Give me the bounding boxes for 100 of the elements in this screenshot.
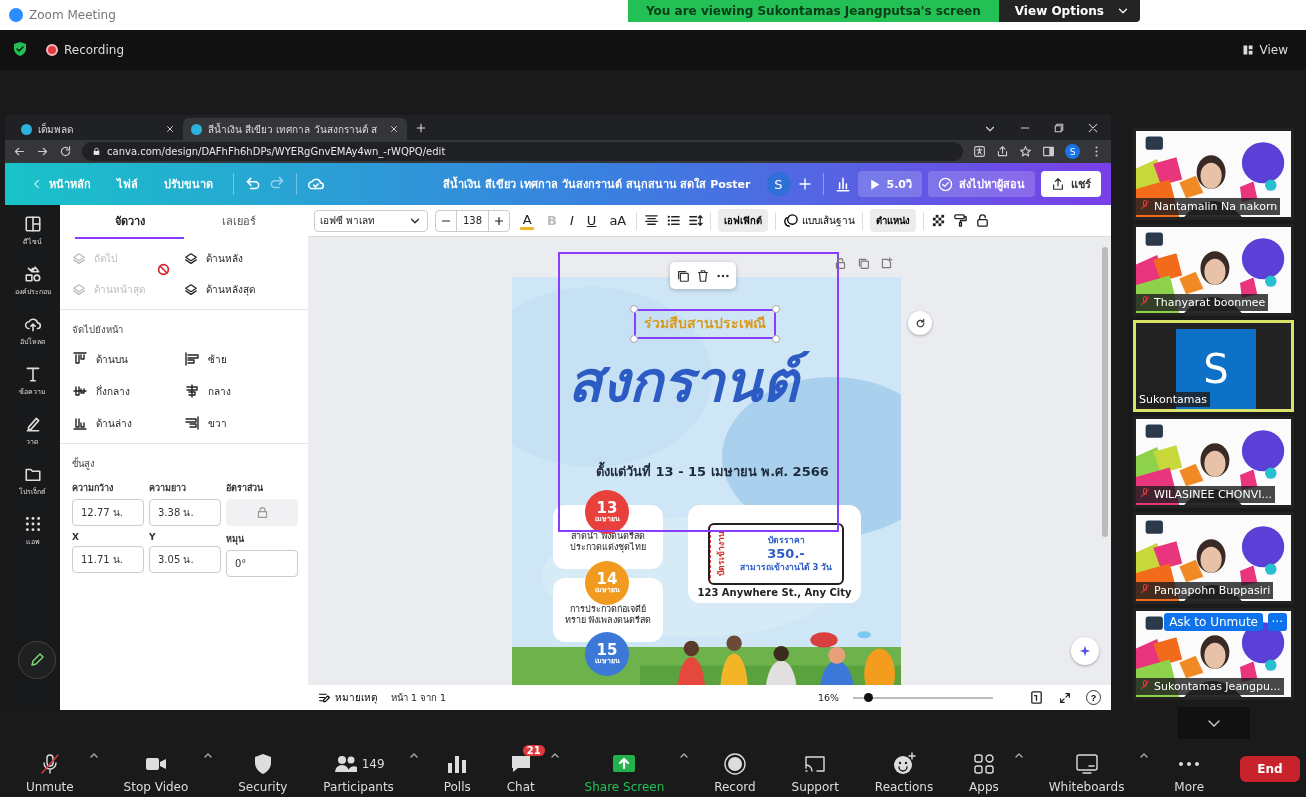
lock-icon[interactable] [834,257,847,270]
format-button[interactable]: aA [606,213,630,228]
back-arrow-icon[interactable] [13,145,26,158]
whiteboard-icon[interactable] [1074,751,1099,776]
input-field[interactable]: 12.77 น. [72,499,144,526]
more-button[interactable]: ··· [1267,613,1287,631]
align-button[interactable]: กึ่งกลาง [72,381,184,401]
align-button[interactable]: ด้านบน [72,349,184,369]
toolbar-button[interactable]: Share Screen [572,743,677,794]
text-color-button[interactable]: A [517,211,538,230]
sharing-notice: You are viewing Sukontamas Jeangputsa's screen [628,0,999,22]
unlock-icon[interactable] [975,213,991,228]
field-label: Y [149,532,157,542]
position-button[interactable]: ตำแหน่ง [870,209,917,232]
participant-tile[interactable]: Panpapohn Buppasiri [1133,512,1294,604]
send-to-teacher-button[interactable]: ส่งไปหาผู้สอน [928,171,1035,197]
user-avatar[interactable]: S [766,172,791,196]
toolbar-button[interactable]: Whiteboards [1036,743,1137,794]
slider-thumb[interactable] [864,692,874,702]
toolbar-button[interactable]: Apps [957,743,1011,794]
participant-tile[interactable]: Nantamalin Na nakorn [1133,128,1294,220]
transparency-icon[interactable] [931,213,947,228]
page-indicator: หน้า 1 จาก 1 [391,691,447,705]
favicon-icon [21,123,32,135]
align-button[interactable]: ด้านล่าง [72,413,184,433]
end-button[interactable]: End [1240,755,1300,782]
participant-tile[interactable]: WILASINEE CHONVI... [1133,416,1294,508]
participant-tile[interactable]: S Sukontamas [1133,320,1294,412]
participant-tile[interactable]: Thanyarat boonmee [1133,224,1294,316]
panel-tab[interactable]: เลเยอร์ [184,205,293,239]
magic-button[interactable] [1071,637,1099,665]
upload-icon [1051,177,1065,191]
design-title[interactable]: สีน้ำเงิน สีเขียว เทศกาล วันสงกรานต์ สนุกสนาน สดใส Poster [443,175,751,193]
close-icon[interactable] [1087,122,1099,134]
smiley-icon[interactable] [892,751,916,776]
toolbar-button[interactable]: Reactions [862,743,946,794]
scrollbar[interactable] [1102,247,1108,537]
toolbar-button[interactable]: 21 Chat [494,743,547,794]
align-button[interactable]: กลาง [184,381,296,401]
apps-icon[interactable] [971,751,996,776]
layer-order-button[interactable]: ด้านหลังสุด [184,280,296,299]
layers-icon [72,282,86,297]
sparkle-icon [1078,644,1092,658]
browser-tab[interactable]: สีน้ำเงิน สีเขียว เทศกาล วันสงกรานต์ ส [183,118,407,140]
fullscreen-icon[interactable] [1058,690,1072,705]
close-icon[interactable] [165,124,175,134]
toolbar-button[interactable]: More [1162,743,1217,794]
share-button[interactable]: แชร์ [1041,171,1101,197]
view-button[interactable]: View [1235,42,1294,58]
muted-microphone-icon [1139,487,1151,499]
refresh-button[interactable] [908,311,932,335]
format-button[interactable]: U [583,213,600,228]
toolbar-button[interactable]: 149 Participants [311,743,406,794]
profile-avatar[interactable]: S [1065,144,1080,159]
toolbar-button[interactable]: Security [226,743,300,794]
animate-button[interactable]: แบบเส้นฐาน [783,213,856,228]
ask-to-unmute-button[interactable]: Ask to Unmute [1164,613,1263,631]
close-icon[interactable] [388,124,399,134]
effects-button[interactable]: เอฟเฟิกต์ [718,209,769,232]
toolbar-button[interactable]: Stop Video [111,743,201,794]
translate-icon[interactable] [973,145,986,158]
align-button[interactable]: ซ้าย [184,349,296,369]
plus-icon[interactable] [414,122,427,134]
forward-arrow-icon[interactable] [36,145,49,158]
toolbar-button[interactable]: Unmute [13,743,86,794]
font-dropdown[interactable]: เอฟซี พาเลท [314,209,428,232]
toolbar-button[interactable]: Record [702,743,768,794]
align-right-icon [184,415,200,431]
field-label: X [72,532,80,542]
star-icon[interactable] [1019,145,1032,158]
browser-tab[interactable]: เต็มพลด [13,118,183,140]
add-page-icon[interactable] [880,257,893,270]
input-field[interactable]: 3.05 น. [149,546,221,573]
plus-icon[interactable] [796,176,813,192]
sidebar-icon[interactable] [1042,145,1055,158]
list-icon[interactable] [666,213,682,228]
view-options-button[interactable]: View Options [998,0,1140,22]
panel-tab[interactable]: จัดวาง [75,205,184,239]
input-field[interactable]: 3.38 น. [149,499,221,526]
present-button[interactable]: 5.0วิ [857,171,922,197]
input-field[interactable]: 11.71 น. [72,546,144,573]
share-icon[interactable] [996,145,1009,158]
spacing-icon[interactable] [688,213,704,228]
pages-icon[interactable] [1029,690,1044,705]
align-text-icon[interactable] [644,213,660,228]
restore-icon[interactable] [1053,122,1065,134]
layer-order-button[interactable]: ด้านหลัง [184,249,296,268]
shield-icon[interactable] [12,40,28,57]
reload-icon[interactable] [59,145,72,158]
record-icon[interactable] [722,751,747,776]
toolbar-button[interactable]: Support [779,743,851,794]
align-button[interactable]: ขวา [184,413,296,433]
notes-button[interactable]: หมายเหตุ [318,690,377,705]
format-button[interactable]: I [567,213,577,228]
participant-tile[interactable]: Ask to Unmute ··· Sukontamas Jeangpu... [1133,608,1294,700]
paint-roller-icon[interactable] [953,213,969,228]
toolbar-button[interactable]: Polls [431,743,483,794]
input-field[interactable]: 0° [226,550,298,577]
address-bar[interactable]: canva.com/design/DAFhFh6hDPs/WYERgGnvEMAy4wn_-rWQPQ/edit [82,142,963,161]
grid-icon [23,515,42,533]
